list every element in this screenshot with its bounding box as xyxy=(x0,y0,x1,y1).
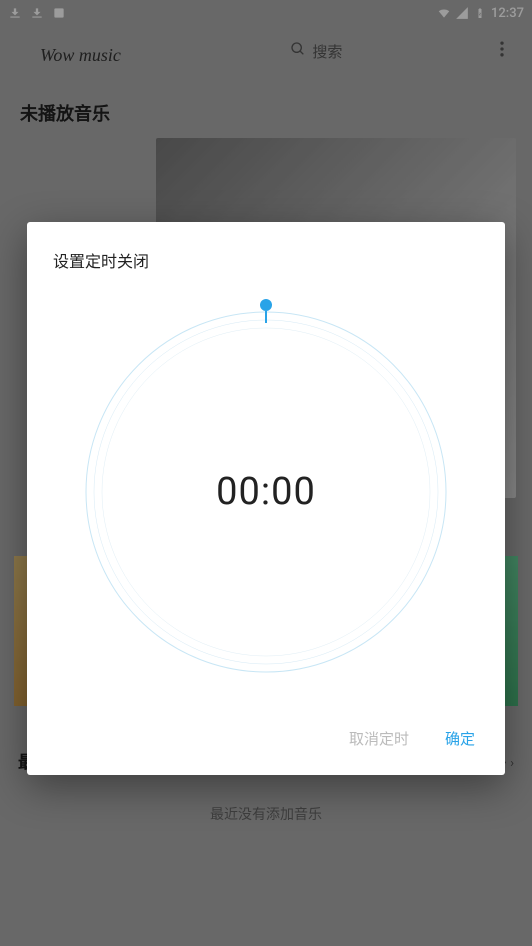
cancel-timer-button[interactable]: 取消定时 xyxy=(345,720,413,757)
timer-picker[interactable]: 00:00 xyxy=(53,292,479,712)
timer-dialog: 设置定时关闭 00:00 取消定时 确定 xyxy=(27,222,505,775)
timer-handle[interactable] xyxy=(259,302,273,326)
confirm-button[interactable]: 确定 xyxy=(441,720,479,757)
dialog-actions: 取消定时 确定 xyxy=(53,712,479,757)
timer-value: 00:00 xyxy=(216,470,316,514)
dialog-title: 设置定时关闭 xyxy=(53,248,479,272)
